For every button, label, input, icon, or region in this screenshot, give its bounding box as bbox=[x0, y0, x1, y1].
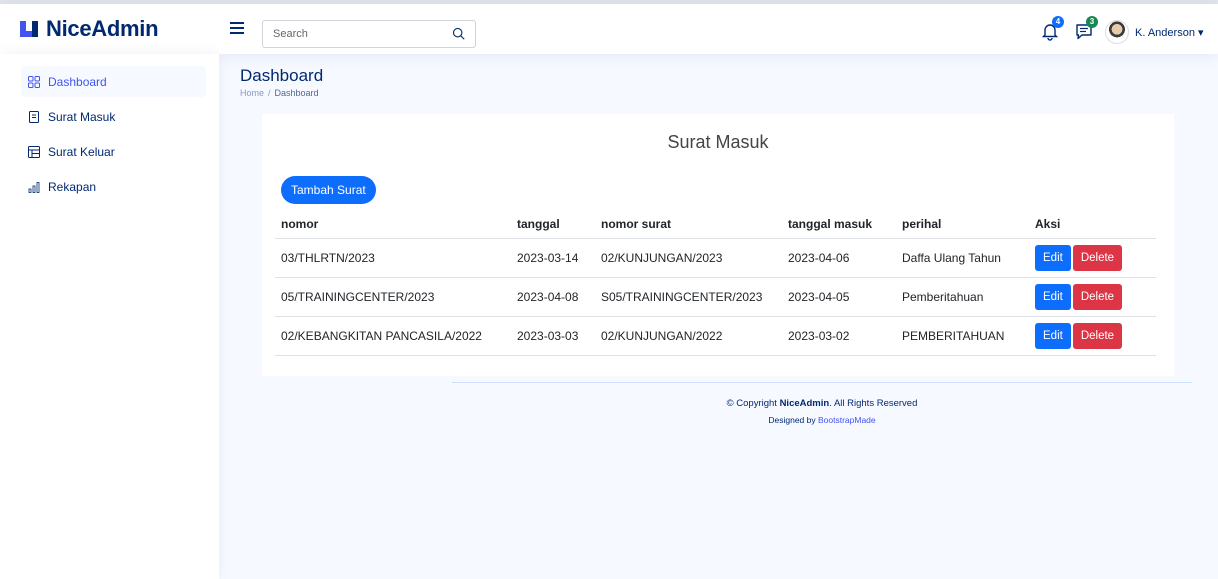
cell-perihal: PEMBERITAHUAN bbox=[896, 316, 1029, 356]
delete-button[interactable]: Delete bbox=[1072, 244, 1123, 271]
column-header: tanggal bbox=[511, 210, 595, 239]
add-surat-button[interactable]: Tambah Surat bbox=[281, 176, 376, 204]
table-row: 02/KEBANGKITAN PANCASILA/2022 2023-03-03… bbox=[275, 316, 1156, 356]
notifications-badge: 4 bbox=[1052, 16, 1064, 28]
logo-text: NiceAdmin bbox=[46, 16, 159, 41]
messages-button[interactable]: 3 bbox=[1074, 16, 1098, 41]
logo-icon bbox=[20, 19, 40, 39]
sidebar-item-label: Surat Masuk bbox=[48, 109, 116, 124]
breadcrumb-current: Dashboard bbox=[274, 88, 319, 98]
sidebar-item-label: Dashboard bbox=[48, 74, 107, 89]
sidebar-item-surat-keluar[interactable]: Surat Keluar bbox=[21, 136, 206, 167]
breadcrumb-separator: / bbox=[268, 88, 271, 98]
column-header: nomor bbox=[275, 210, 511, 239]
cell-nomor-surat: 02/KUNJUNGAN/2023 bbox=[595, 238, 782, 278]
notifications-button[interactable]: 4 bbox=[1040, 16, 1064, 41]
sidebar-item-rekapan[interactable]: Rekapan bbox=[21, 171, 206, 202]
sidebar-item-label: Surat Keluar bbox=[48, 144, 115, 159]
cell-perihal: Daffa Ulang Tahun bbox=[896, 238, 1029, 278]
cell-nomor: 05/TRAININGCENTER/2023 bbox=[275, 277, 511, 317]
cell-aksi: Edit Delete bbox=[1029, 316, 1156, 356]
cell-tanggal: 2023-03-14 bbox=[511, 238, 595, 278]
copyright-prefix: © Copyright bbox=[726, 398, 780, 409]
designer-link[interactable]: BootstrapMade bbox=[818, 415, 876, 425]
cell-nomor-surat: 02/KUNJUNGAN/2022 bbox=[595, 316, 782, 356]
search-bar bbox=[262, 20, 476, 48]
cell-nomor: 02/KEBANGKITAN PANCASILA/2022 bbox=[275, 316, 511, 356]
page-title: Dashboard bbox=[240, 66, 324, 85]
sidebar-item-dashboard[interactable]: Dashboard bbox=[21, 66, 206, 97]
user-menu[interactable]: K. Anderson ▾ bbox=[1135, 26, 1204, 39]
table-header-row: nomor tanggal nomor surat tanggal masuk … bbox=[275, 210, 1156, 239]
search-icon[interactable] bbox=[452, 27, 466, 41]
footer: © Copyright NiceAdmin. All Rights Reserv… bbox=[452, 382, 1192, 425]
table-row: 05/TRAININGCENTER/2023 2023-04-08 S05/TR… bbox=[275, 277, 1156, 317]
sidebar: Dashboard Surat Masuk Surat Keluar Rekap… bbox=[0, 54, 219, 579]
header: NiceAdmin 4 3 K. Anderson ▾ bbox=[0, 4, 1218, 54]
avatar[interactable] bbox=[1105, 20, 1129, 44]
credits: Designed by BootstrapMade bbox=[452, 415, 1192, 425]
column-header: perihal bbox=[896, 210, 1029, 239]
edit-button[interactable]: Edit bbox=[1035, 322, 1071, 349]
cell-perihal: Pemberitahuan bbox=[896, 277, 1029, 317]
surat-masuk-card: Surat Masuk Tambah Surat nomor tanggal n… bbox=[262, 114, 1174, 376]
copyright: © Copyright NiceAdmin. All Rights Reserv… bbox=[452, 398, 1192, 409]
cell-aksi: Edit Delete bbox=[1029, 238, 1156, 278]
column-header: Aksi bbox=[1029, 210, 1156, 239]
cell-tanggal: 2023-03-03 bbox=[511, 316, 595, 356]
column-header: nomor surat bbox=[595, 210, 782, 239]
sidebar-item-label: Rekapan bbox=[48, 179, 97, 194]
breadcrumb: Home / Dashboard bbox=[240, 88, 323, 98]
table-icon bbox=[28, 145, 40, 158]
cell-tanggal-masuk: 2023-03-02 bbox=[782, 316, 896, 356]
edit-button[interactable]: Edit bbox=[1035, 283, 1071, 310]
page-title-block: Dashboard Home / Dashboard bbox=[240, 66, 323, 98]
table-row: 03/THLRTN/2023 2023-03-14 02/KUNJUNGAN/2… bbox=[275, 238, 1156, 278]
sidebar-item-surat-masuk[interactable]: Surat Masuk bbox=[21, 101, 206, 132]
copyright-brand: NiceAdmin bbox=[779, 398, 830, 409]
menu-toggle-icon[interactable] bbox=[230, 22, 244, 34]
cell-aksi: Edit Delete bbox=[1029, 277, 1156, 317]
edit-button[interactable]: Edit bbox=[1035, 244, 1071, 271]
delete-button[interactable]: Delete bbox=[1072, 283, 1123, 310]
cell-tanggal-masuk: 2023-04-06 bbox=[782, 238, 896, 278]
cell-nomor: 03/THLRTN/2023 bbox=[275, 238, 511, 278]
grid-icon bbox=[28, 75, 40, 88]
cell-tanggal: 2023-04-08 bbox=[511, 277, 595, 317]
breadcrumb-home[interactable]: Home bbox=[240, 88, 264, 98]
copyright-suffix: . All Rights Reserved bbox=[829, 398, 918, 409]
delete-button[interactable]: Delete bbox=[1072, 322, 1123, 349]
cell-nomor-surat: S05/TRAININGCENTER/2023 bbox=[595, 277, 782, 317]
bar-chart-icon bbox=[28, 181, 40, 193]
logo[interactable]: NiceAdmin bbox=[20, 16, 159, 42]
messages-badge: 3 bbox=[1086, 16, 1098, 28]
card-title: Surat Masuk bbox=[667, 132, 769, 152]
credits-prefix: Designed by bbox=[768, 415, 818, 425]
file-icon bbox=[29, 110, 39, 123]
column-header: tanggal masuk bbox=[782, 210, 896, 239]
search-input[interactable] bbox=[273, 28, 453, 40]
cell-tanggal-masuk: 2023-04-05 bbox=[782, 277, 896, 317]
surat-table: nomor tanggal nomor surat tanggal masuk … bbox=[275, 210, 1156, 356]
